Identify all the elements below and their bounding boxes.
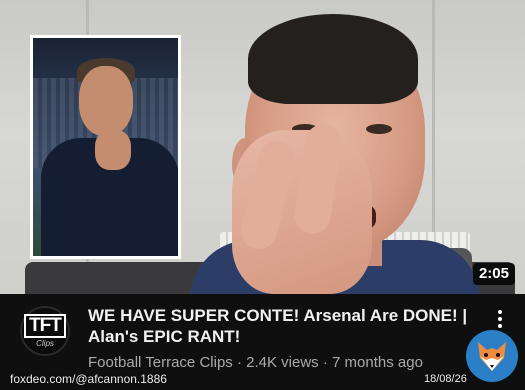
upload-age: 7 months ago [332, 354, 423, 371]
channel-logo-subtext: Clips [36, 339, 54, 348]
inset-photo [30, 35, 181, 259]
channel-logo-text: TFT [24, 314, 66, 338]
video-thumbnail[interactable]: 2:05 [0, 0, 525, 294]
view-count: 2.4K views [246, 354, 319, 371]
meta-separator: · [232, 354, 247, 371]
channel-name[interactable]: Football Terrace Clips [88, 354, 233, 371]
video-metadata: Football Terrace Clips · 2.4K views · 7 … [88, 354, 468, 371]
watermark-handle: foxdeo.com/@afcannon.1886 [10, 372, 167, 386]
channel-avatar[interactable]: TFT Clips [20, 306, 70, 356]
meta-separator: · [318, 354, 333, 371]
video-title[interactable]: WE HAVE SUPER CONTE! Arsenal Are DONE! |… [88, 305, 473, 347]
presenter-hair [248, 14, 418, 104]
more-options-icon[interactable] [490, 308, 510, 332]
duration-badge: 2:05 [472, 263, 515, 285]
presenter-eye [366, 124, 392, 134]
watermark-date: 18/08/26 [424, 373, 467, 385]
coach-hand [95, 130, 131, 170]
fox-logo-icon [466, 330, 518, 382]
coach-head [79, 66, 133, 136]
